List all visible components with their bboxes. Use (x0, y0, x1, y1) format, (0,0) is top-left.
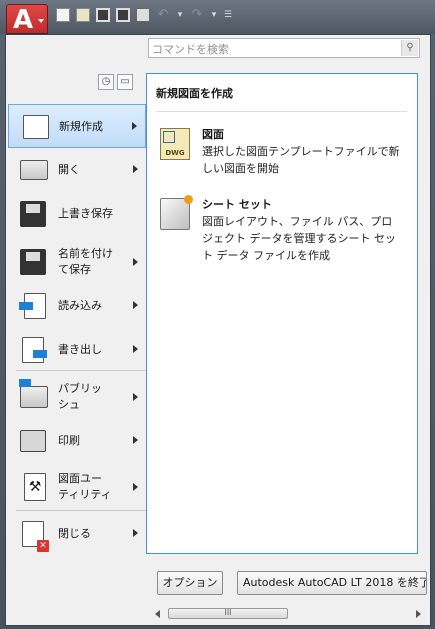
menu-item-label: 書き出し (58, 343, 102, 356)
menu-item-publish[interactable]: パブリッ シュ (8, 372, 146, 422)
chevron-right-icon (132, 122, 137, 130)
open-documents-icon[interactable]: ▭ (117, 74, 133, 90)
option-description: 選択した図面テンプレートファイルで新しい図面を開始 (202, 145, 400, 175)
recent-documents-icon[interactable]: ◷ (98, 74, 114, 90)
submenu-title: 新規図面を作成 (156, 87, 233, 100)
application-window: A LT ↶ ▾ ↷ ▾ ☰ コマンドを検索 ⚲ ◷ ▭ 新規作成 開く (0, 0, 435, 629)
save-as-icon (20, 249, 46, 275)
search-placeholder: コマンドを検索 (152, 43, 229, 56)
menu-item-import[interactable]: 読み込み (8, 284, 146, 328)
chevron-right-icon (133, 393, 138, 401)
quick-access-toolbar: ↶ ▾ ↷ ▾ ☰ (56, 8, 232, 22)
horizontal-scrollbar[interactable]: III (152, 606, 424, 622)
view-toggle: ◷ ▭ (98, 74, 133, 90)
submenu-panel: 新規図面を作成 DWG 図面 選択した図面テンプレートファイルで新しい図面を開始… (146, 73, 418, 554)
export-icon (22, 337, 47, 363)
chevron-down-icon[interactable]: ▾ (210, 8, 218, 22)
new-icon[interactable] (56, 8, 70, 22)
menu-item-open[interactable]: 開く (8, 148, 146, 192)
menu-item-label: 印刷 (58, 434, 80, 447)
drawing-utilities-icon: ⚒ (24, 473, 46, 501)
submenu-divider (156, 111, 407, 112)
exit-button[interactable]: Autodesk AutoCAD LT 2018 を終了 (237, 571, 427, 595)
options-button[interactable]: オプション (157, 571, 223, 595)
scroll-right-icon[interactable] (416, 610, 421, 618)
save-icon[interactable] (96, 8, 110, 22)
scrollbar-thumb[interactable]: III (168, 608, 288, 619)
menu-item-drawing-utilities[interactable]: ⚒ 図面ユー ティリティ (8, 462, 146, 512)
search-icon[interactable]: ⚲ (401, 40, 418, 56)
sheet-set-icon (160, 195, 193, 230)
publish-icon (19, 379, 48, 408)
menu-item-save[interactable]: 上書き保存 (8, 192, 146, 236)
chevron-right-icon (133, 258, 138, 266)
menu-item-new[interactable]: 新規作成 (8, 104, 146, 148)
redo-icon[interactable]: ↷ (190, 8, 204, 22)
open-folder-icon (20, 160, 48, 180)
chevron-right-icon (133, 436, 138, 444)
close-icon: ✕ (22, 521, 49, 552)
menu-divider (16, 370, 146, 371)
chevron-right-icon (133, 345, 138, 353)
customize-dropdown-icon[interactable]: ☰ (224, 8, 232, 22)
menu-item-label: 新規作成 (59, 120, 103, 133)
search-input[interactable]: コマンドを検索 ⚲ (148, 38, 420, 58)
menu-item-label: パブリッ シュ (58, 382, 102, 411)
scroll-left-icon[interactable] (155, 610, 160, 618)
undo-icon[interactable]: ↶ (156, 8, 170, 22)
option-drawing[interactable]: DWG 図面 選択した図面テンプレートファイルで新しい図面を開始 (160, 126, 410, 178)
menu-divider (16, 510, 146, 511)
menu-item-close[interactable]: ✕ 閉じる (8, 512, 146, 556)
chevron-right-icon (133, 165, 138, 173)
print-icon (20, 430, 46, 452)
save-as-icon[interactable] (116, 8, 130, 22)
option-description: 図面レイアウト、ファイル パス、プロジェクト データを管理するシート セット デ… (202, 215, 396, 262)
chevron-right-icon (133, 529, 138, 537)
chevron-down-icon (38, 19, 44, 23)
app-logo: A (13, 5, 34, 35)
menu-list: 新規作成 開く 上書き保存 名前を付け て保存 読み込み 書き出し パブリッ シ… (8, 104, 146, 552)
menu-item-print[interactable]: 印刷 (8, 419, 146, 463)
option-sheet-set[interactable]: シート セット 図面レイアウト、ファイル パス、プロジェクト データを管理するシ… (160, 195, 410, 264)
menu-item-label: 名前を付け て保存 (58, 247, 113, 276)
open-icon[interactable] (76, 8, 90, 22)
import-icon (19, 293, 46, 319)
chevron-right-icon (133, 301, 138, 309)
save-icon (20, 201, 46, 227)
dwg-file-icon: DWG (160, 128, 190, 160)
menu-item-label: 図面ユー ティリティ (58, 472, 112, 501)
option-heading: シート セット (202, 198, 272, 211)
menu-item-label: 上書き保存 (58, 207, 113, 220)
print-icon[interactable] (136, 8, 150, 22)
menu-item-label: 開く (58, 163, 80, 176)
menu-item-label: 閉じる (58, 527, 91, 540)
menu-item-export[interactable]: 書き出し (8, 328, 146, 372)
menu-item-label: 読み込み (58, 299, 102, 312)
option-heading: 図面 (202, 128, 224, 141)
chevron-right-icon (133, 483, 138, 491)
chevron-down-icon[interactable]: ▾ (176, 8, 184, 22)
new-drawing-icon (23, 115, 49, 139)
menu-item-save-as[interactable]: 名前を付け て保存 (8, 236, 146, 288)
